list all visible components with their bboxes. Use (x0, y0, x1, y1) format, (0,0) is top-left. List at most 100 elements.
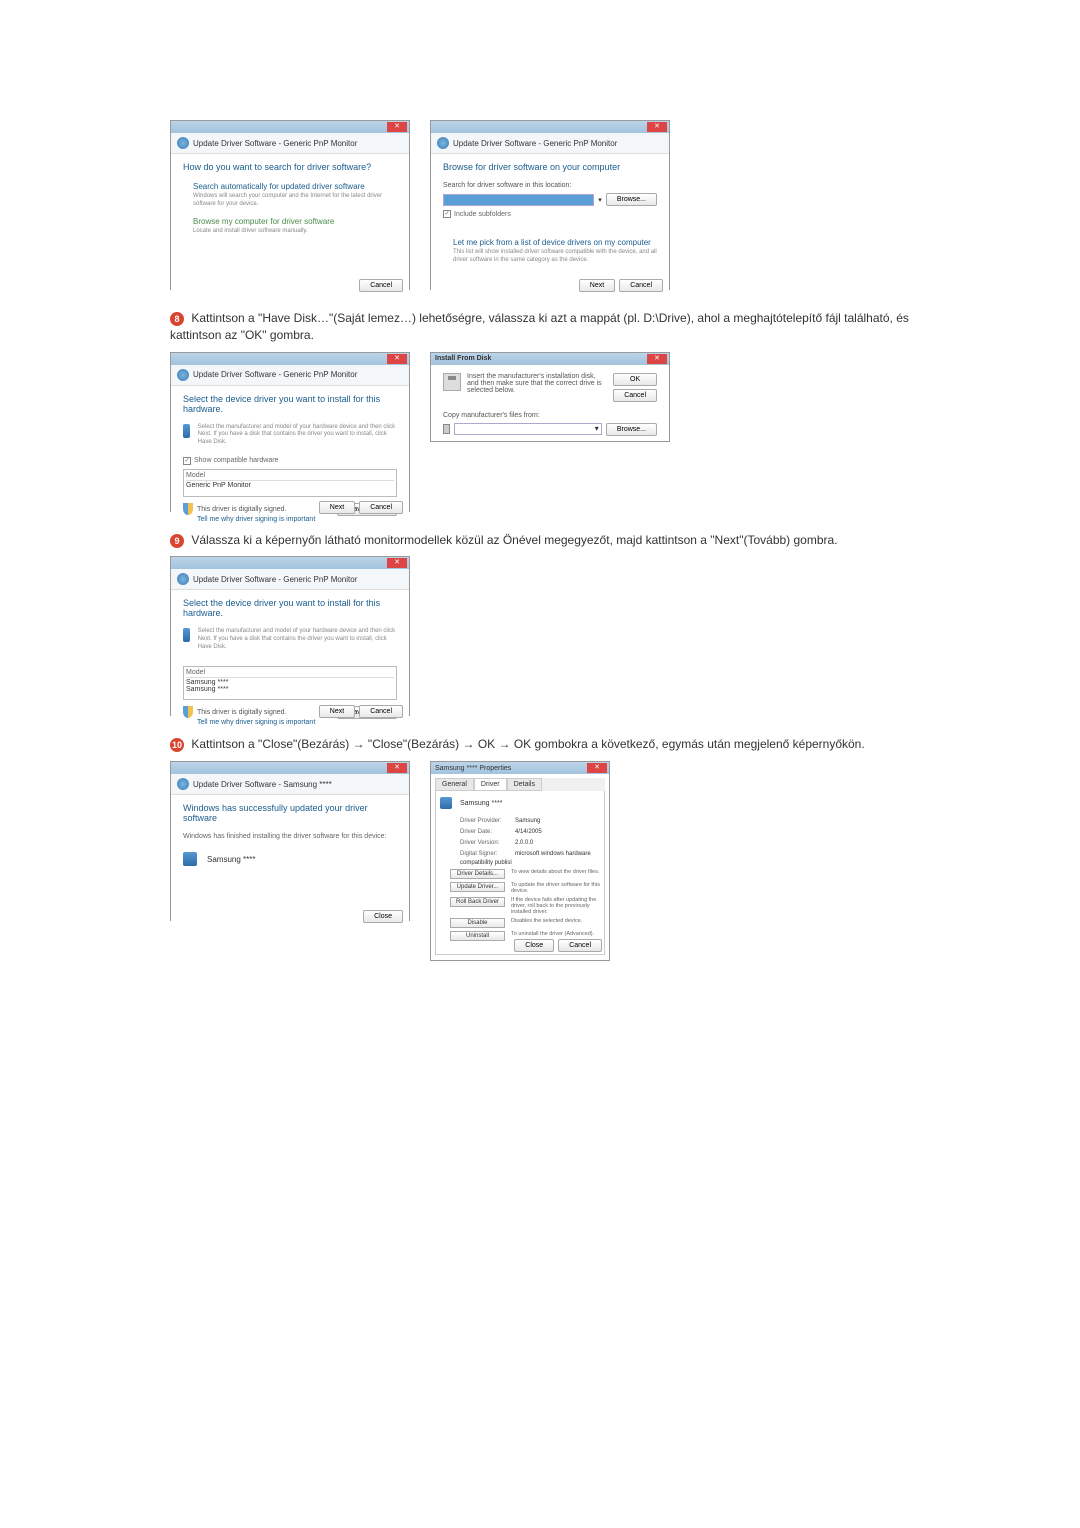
prop-value: Samsung (515, 818, 540, 824)
next-button[interactable]: Next (319, 705, 355, 718)
shield-icon (183, 503, 193, 515)
show-compat-checkbox[interactable]: ✓ (183, 457, 191, 465)
titlebar: Samsung **** Properties ✕ (431, 762, 609, 774)
subheader: Update Driver Software - Generic PnP Mon… (171, 133, 409, 154)
titlebar: ✕ (171, 353, 409, 365)
back-icon[interactable] (177, 369, 189, 381)
option-auto-search[interactable]: Search automatically for updated driver … (193, 182, 397, 191)
back-icon[interactable] (177, 137, 189, 149)
close-icon[interactable]: ✕ (387, 354, 407, 364)
next-button[interactable]: Next (579, 279, 615, 292)
shield-icon (183, 706, 193, 718)
option-pick-list[interactable]: Let me pick from a list of device driver… (453, 238, 657, 247)
floppy-icon (443, 373, 461, 391)
include-subfolders-checkbox[interactable]: ✓ (443, 210, 451, 218)
dialog-title: Install From Disk (435, 355, 491, 362)
titlebar: ✕ (431, 121, 669, 133)
uninstall-button[interactable]: Uninstall (450, 931, 505, 941)
disable-button[interactable]: Disable (450, 918, 505, 928)
dialog-heading: How do you want to search for driver sof… (183, 162, 397, 172)
browse-button[interactable]: Browse... (606, 423, 657, 436)
dialog-install-from-disk: Install From Disk ✕ Insert the manufactu… (430, 352, 670, 442)
dialog-title: Update Driver Software - Generic PnP Mon… (193, 139, 357, 148)
back-icon[interactable] (437, 137, 449, 149)
btn-desc: To uninstall the driver (Advanced). (511, 931, 600, 937)
dialog-properties: Samsung **** Properties ✕ General Driver… (430, 761, 610, 961)
close-icon[interactable]: ✕ (387, 763, 407, 773)
prop-label: Driver Version: (460, 840, 515, 846)
signed-label: This driver is digitally signed. (197, 506, 286, 513)
list-item[interactable]: Generic PnP Monitor (186, 482, 394, 489)
drive-dropdown[interactable] (454, 423, 601, 435)
close-icon[interactable]: ✕ (587, 763, 607, 773)
prop-label: Digital Signer: (460, 851, 515, 857)
step-number-10: 10 (170, 738, 184, 752)
prop-label: Driver Provider: (460, 818, 515, 824)
checkbox-label: Include subfolders (454, 211, 511, 218)
tab-row: General Driver Details (435, 778, 605, 791)
signing-link[interactable]: Tell me why driver signing is important (197, 516, 397, 523)
dialog-heading: Windows has successfully updated your dr… (183, 803, 397, 823)
cancel-button[interactable]: Cancel (558, 939, 602, 952)
btn-desc: If the device fails after updating the d… (511, 897, 600, 915)
dialog-title: Update Driver Software - Generic PnP Mon… (193, 370, 357, 379)
ok-button[interactable]: OK (613, 373, 657, 386)
back-icon[interactable] (177, 778, 189, 790)
subheader: Update Driver Software - Generic PnP Mon… (171, 569, 409, 590)
cancel-button[interactable]: Cancel (613, 389, 657, 402)
list-item[interactable]: Samsung **** (186, 679, 394, 686)
search-label: Search for driver software in this locat… (443, 182, 657, 189)
close-icon[interactable]: ✕ (647, 122, 667, 132)
path-input[interactable] (443, 194, 594, 206)
hardware-desc: Select the manufacturer and model of you… (198, 424, 397, 447)
model-list[interactable]: Model Generic PnP Monitor (183, 469, 397, 497)
driver-details-button[interactable]: Driver Details... (450, 869, 505, 879)
list-header: Model (186, 472, 394, 481)
dialog-title: Samsung **** Properties (435, 765, 511, 772)
hardware-desc: Select the manufacturer and model of you… (198, 628, 397, 651)
cancel-button[interactable]: Cancel (359, 279, 403, 292)
dialog-success: ✕ Update Driver Software - Samsung **** … (170, 761, 410, 921)
close-icon[interactable]: ✕ (387, 558, 407, 568)
cancel-button[interactable]: Cancel (619, 279, 663, 292)
dialog-title: Update Driver Software - Samsung **** (193, 780, 332, 789)
dialog-select-model: ✕ Update Driver Software - Generic PnP M… (170, 556, 410, 716)
option-desc: This list will show installed driver sof… (453, 249, 657, 265)
model-list[interactable]: Model Samsung **** Samsung **** (183, 666, 397, 700)
prop-value: 2.0.0.0 (515, 840, 533, 846)
titlebar: ✕ (171, 762, 409, 774)
dialog-heading: Select the device driver you want to ins… (183, 394, 397, 414)
cancel-button[interactable]: Cancel (359, 705, 403, 718)
tab-details[interactable]: Details (507, 778, 542, 791)
close-icon[interactable]: ✕ (647, 354, 667, 364)
tab-driver[interactable]: Driver (474, 778, 507, 791)
signing-link[interactable]: Tell me why driver signing is important (197, 719, 397, 726)
option-desc: Locate and install driver software manua… (193, 228, 397, 236)
device-name: Samsung **** (460, 800, 502, 807)
tab-general[interactable]: General (435, 778, 474, 791)
signed-label: This driver is digitally signed. (197, 709, 286, 716)
floppy-icon (443, 424, 450, 434)
dialog-select-driver: ✕ Update Driver Software - Generic PnP M… (170, 352, 410, 512)
subheader: Update Driver Software - Generic PnP Mon… (171, 365, 409, 386)
cancel-button[interactable]: Cancel (359, 501, 403, 514)
titlebar: ✕ (171, 121, 409, 133)
btn-desc: To update the driver software for this d… (511, 882, 600, 894)
browse-button[interactable]: Browse... (606, 193, 657, 206)
list-item[interactable]: Samsung **** (186, 686, 394, 693)
update-driver-button[interactable]: Update Driver... (450, 882, 505, 892)
close-icon[interactable]: ✕ (387, 122, 407, 132)
dialog-title: Update Driver Software - Generic PnP Mon… (453, 139, 617, 148)
close-button[interactable]: Close (363, 910, 403, 923)
dialog-heading: Browse for driver software on your compu… (443, 162, 657, 172)
close-button[interactable]: Close (514, 939, 554, 952)
next-button[interactable]: Next (319, 501, 355, 514)
option-browse[interactable]: Browse my computer for driver software (193, 217, 397, 226)
back-icon[interactable] (177, 573, 189, 585)
rollback-driver-button[interactable]: Roll Back Driver (450, 897, 505, 907)
step-number-9: 9 (170, 534, 184, 548)
install-disk-msg: Insert the manufacturer's installation d… (467, 373, 607, 394)
device-name: Samsung **** (207, 855, 255, 864)
driver-icon (183, 628, 190, 642)
prop-value: 4/14/2005 (515, 829, 542, 835)
